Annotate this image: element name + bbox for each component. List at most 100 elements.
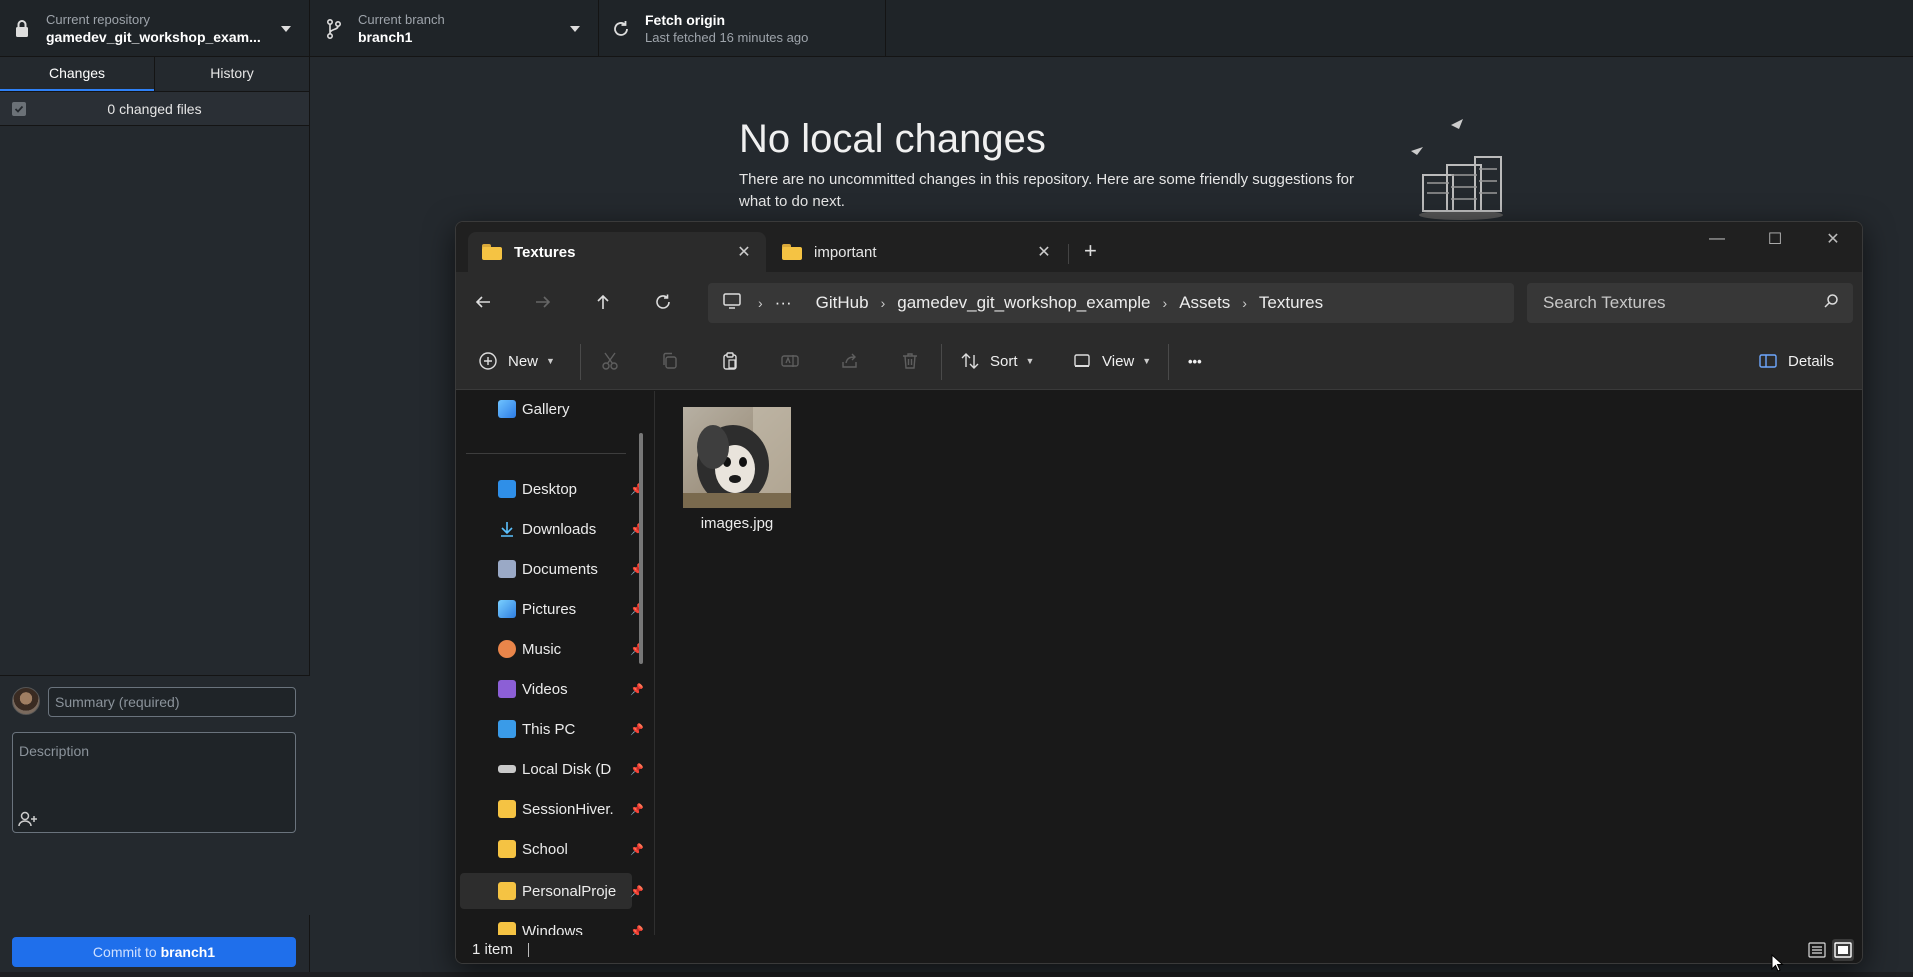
chevron-down-icon: [281, 26, 291, 32]
search-icon[interactable]: [1823, 293, 1839, 314]
nav-item-windows[interactable]: Windows 📌: [498, 913, 648, 935]
pin-icon[interactable]: 📌: [630, 803, 644, 816]
close-icon[interactable]: ✕: [734, 242, 754, 262]
nav-item-pictures[interactable]: Pictures 📌: [498, 591, 648, 627]
view-button[interactable]: View ▼: [1072, 349, 1151, 373]
status-divider: [528, 943, 529, 957]
nav-label: Pictures: [522, 600, 577, 618]
breadcrumb-github[interactable]: GitHub: [816, 293, 869, 313]
explorer-tab-important[interactable]: important ✕: [768, 232, 1066, 272]
commit-button[interactable]: Commit to branch1: [12, 937, 296, 967]
description-field[interactable]: Description: [12, 732, 296, 833]
pin-icon[interactable]: 📌: [630, 683, 644, 696]
pane-divider: [654, 391, 655, 935]
cut-icon[interactable]: [600, 349, 620, 373]
sort-icon: [961, 353, 979, 369]
pin-icon[interactable]: 📌: [630, 925, 644, 936]
image-thumbnail[interactable]: [683, 407, 791, 508]
nav-item-gallery[interactable]: Gallery: [498, 391, 648, 427]
details-label: Details: [1788, 352, 1834, 370]
sidebar-tabs: Changes History: [0, 57, 309, 92]
branch-icon: [324, 18, 344, 39]
nav-item-videos[interactable]: Videos 📌: [498, 671, 648, 707]
nav-label: SessionHiver.: [522, 800, 614, 818]
changed-files-header: 0 changed files: [0, 92, 309, 126]
forward-arrow-icon[interactable]: [531, 290, 555, 314]
select-all-checkbox[interactable]: [12, 102, 26, 116]
search-input[interactable]: [1543, 293, 1823, 313]
new-button[interactable]: New ▼: [478, 349, 555, 373]
nav-item-this-pc[interactable]: This PC 📌: [498, 711, 648, 747]
share-icon[interactable]: [840, 349, 860, 373]
navigation-pane: Gallery Desktop 📌 Downloads 📌 Documents …: [456, 391, 656, 935]
details-button[interactable]: Details: [1758, 349, 1834, 373]
tab-label: important: [814, 243, 877, 261]
nav-label: Desktop: [522, 480, 578, 498]
breadcrumb-textures[interactable]: Textures: [1259, 293, 1323, 313]
divider: [580, 344, 581, 380]
nav-item-downloads[interactable]: Downloads 📌: [498, 511, 648, 547]
nav-label: Local Disk (D: [522, 760, 612, 778]
new-tab-icon[interactable]: +: [1084, 238, 1097, 264]
more-options-icon[interactable]: •••: [1188, 349, 1202, 373]
paste-icon[interactable]: [720, 349, 740, 373]
back-arrow-icon[interactable]: [471, 290, 495, 314]
window-close-icon[interactable]: ✕: [1804, 222, 1862, 256]
delete-icon[interactable]: [900, 349, 920, 373]
file-list: images.jpg: [656, 391, 1862, 935]
summary-input[interactable]: [48, 687, 296, 717]
breadcrumb-overflow[interactable]: ···: [775, 293, 792, 313]
nav-label: This PC: [522, 720, 576, 738]
item-count: 1 item: [472, 941, 513, 958]
nav-item-music[interactable]: Music 📌: [498, 631, 648, 667]
nav-label: Music: [522, 640, 562, 658]
nav-item-sessionhiver[interactable]: SessionHiver. 📌: [498, 791, 648, 827]
sort-button[interactable]: Sort ▼: [960, 349, 1034, 373]
breadcrumb-assets[interactable]: Assets: [1179, 293, 1230, 313]
breadcrumb-repo[interactable]: gamedev_git_workshop_example: [897, 293, 1150, 313]
current-repository-button[interactable]: Current repository gamedev_git_workshop_…: [0, 0, 310, 57]
current-branch-button[interactable]: Current branch branch1: [310, 0, 599, 57]
tab-label: Textures: [514, 243, 576, 261]
nav-item-school[interactable]: School 📌: [498, 831, 648, 867]
file-name[interactable]: images.jpg: [676, 515, 798, 532]
nav-scrollbar[interactable]: [639, 433, 643, 664]
rename-icon[interactable]: [780, 349, 800, 373]
this-pc-icon: [498, 720, 516, 738]
maximize-icon[interactable]: ☐: [1746, 222, 1804, 256]
changed-files-count: 0 changed files: [107, 100, 202, 117]
page-description: There are no uncommitted changes in this…: [739, 171, 1355, 210]
chevron-down-icon: ▼: [1025, 356, 1035, 366]
folder-icon: [498, 840, 516, 858]
pin-icon[interactable]: 📌: [630, 843, 644, 856]
nav-label: Gallery: [522, 400, 570, 418]
repo-name: gamedev_git_workshop_exam...: [46, 29, 261, 45]
fetch-origin-button[interactable]: Fetch origin Last fetched 16 minutes ago: [599, 0, 886, 57]
nav-item-documents[interactable]: Documents 📌: [498, 551, 648, 587]
pin-icon[interactable]: 📌: [630, 723, 644, 736]
address-bar[interactable]: › ··· GitHub › gamedev_git_workshop_exam…: [708, 283, 1514, 323]
minimize-icon[interactable]: —: [1688, 222, 1746, 256]
nav-item-personalproje[interactable]: PersonalProje 📌: [498, 873, 648, 909]
pin-icon[interactable]: 📌: [630, 885, 644, 898]
nav-divider: [466, 453, 626, 454]
add-coauthor-icon[interactable]: [17, 810, 39, 828]
close-icon[interactable]: ✕: [1034, 242, 1054, 262]
chevron-right-icon: ›: [758, 295, 763, 311]
folder-icon: [482, 244, 502, 260]
explorer-tab-textures[interactable]: Textures ✕: [468, 232, 766, 272]
nav-label: Windows: [522, 922, 583, 936]
music-icon: [498, 640, 516, 658]
large-icons-view-icon[interactable]: [1832, 939, 1854, 961]
pin-icon[interactable]: 📌: [630, 763, 644, 776]
tab-changes[interactable]: Changes: [0, 57, 154, 91]
tab-divider: [1068, 244, 1069, 264]
copy-icon[interactable]: [660, 349, 680, 373]
refresh-icon[interactable]: [651, 290, 675, 314]
up-arrow-icon[interactable]: [591, 290, 615, 314]
tab-history[interactable]: History: [154, 57, 309, 91]
nav-item-desktop[interactable]: Desktop 📌: [498, 471, 648, 507]
nav-item-local-disk[interactable]: Local Disk (D 📌: [498, 751, 648, 787]
desktop-icon: [498, 480, 516, 498]
details-view-icon[interactable]: [1806, 939, 1828, 961]
